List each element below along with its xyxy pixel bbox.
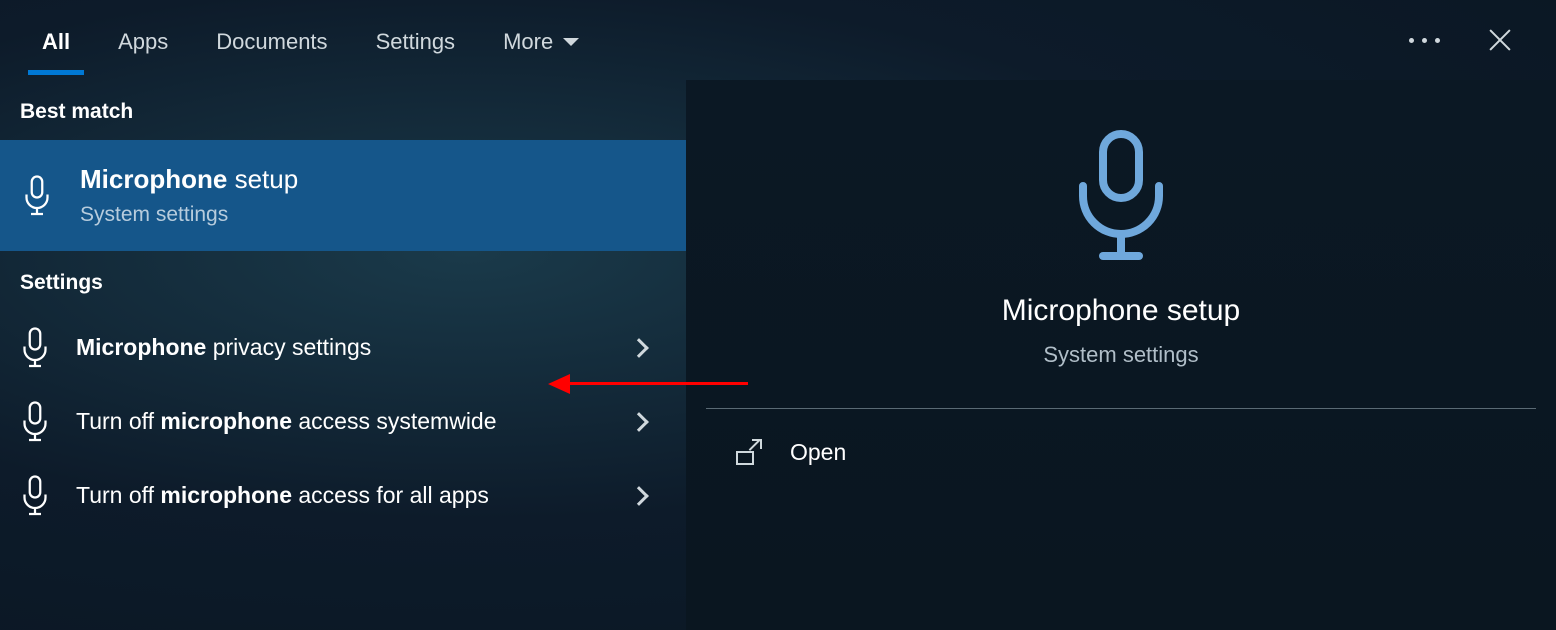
settings-section-label: Settings (0, 251, 686, 311)
microphone-icon (22, 175, 52, 217)
setting-item-systemwide[interactable]: Turn off microphone access systemwide (0, 385, 686, 459)
settings-list: Microphone privacy settings (0, 311, 686, 533)
best-match-label: Best match (0, 80, 686, 140)
open-label: Open (790, 439, 846, 466)
tab-more[interactable]: More (501, 7, 581, 73)
best-match-subtitle: System settings (80, 203, 298, 227)
best-match-result[interactable]: Microphone setup System settings (0, 140, 686, 251)
setting-item-label: Turn off microphone access systemwide (76, 405, 606, 438)
microphone-icon (20, 327, 50, 369)
best-match-title: Microphone setup (80, 164, 298, 195)
open-icon (736, 441, 760, 465)
setting-item-allapps[interactable]: Turn off microphone access for all apps (0, 459, 686, 533)
more-options-icon[interactable] (1409, 38, 1440, 43)
microphone-icon (686, 128, 1556, 268)
chevron-right-icon (629, 412, 649, 432)
chevron-down-icon (563, 38, 579, 46)
setting-item-label: Microphone privacy settings (76, 331, 606, 364)
setting-item-privacy[interactable]: Microphone privacy settings (0, 311, 686, 385)
setting-item-label: Turn off microphone access for all apps (76, 479, 606, 512)
tab-documents[interactable]: Documents (214, 7, 329, 73)
tab-apps[interactable]: Apps (116, 7, 170, 73)
microphone-icon (20, 475, 50, 517)
open-action[interactable]: Open (686, 409, 1556, 496)
microphone-icon (20, 401, 50, 443)
results-panel: Best match Microphone setup System setti… (0, 80, 686, 630)
top-nav: All Apps Documents Settings More (0, 0, 1556, 80)
tab-settings[interactable]: Settings (374, 7, 458, 73)
nav-tabs: All Apps Documents Settings More (40, 7, 581, 73)
chevron-right-icon (629, 338, 649, 358)
chevron-right-icon (629, 486, 649, 506)
close-icon[interactable] (1486, 26, 1514, 54)
tab-more-label: More (503, 29, 553, 55)
tab-all[interactable]: All (40, 7, 72, 73)
preview-subtitle: System settings (686, 342, 1556, 368)
preview-title: Microphone setup (686, 294, 1556, 328)
preview-panel: Microphone setup System settings Open (686, 80, 1556, 630)
